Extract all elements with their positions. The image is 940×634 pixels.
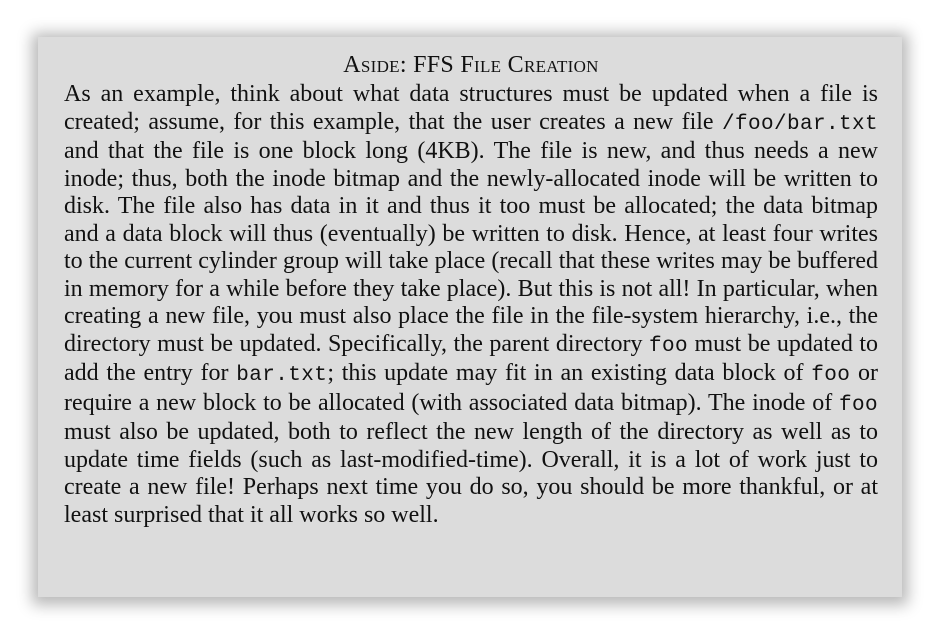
body-text: ; this update may fit in an existing dat… — [327, 360, 812, 386]
code-bar-txt: bar.txt — [236, 364, 328, 387]
code-path-foo-bar-txt: /foo/bar.txt — [721, 112, 878, 136]
code-foo: foo — [648, 334, 688, 358]
body-text: and that the file is one block long (4KB… — [64, 138, 878, 357]
code-foo: foo — [838, 393, 878, 417]
page: Aside: FFS File Creation As an example, … — [0, 0, 940, 634]
aside-body: As an example, think about what data str… — [64, 81, 878, 529]
code-foo: foo — [811, 364, 851, 387]
body-text: must also be updated, both to reflect th… — [64, 419, 878, 528]
aside-title: Aside: FFS File Creation — [343, 52, 599, 78]
aside-box: Aside: FFS File Creation As an example, … — [38, 37, 902, 597]
